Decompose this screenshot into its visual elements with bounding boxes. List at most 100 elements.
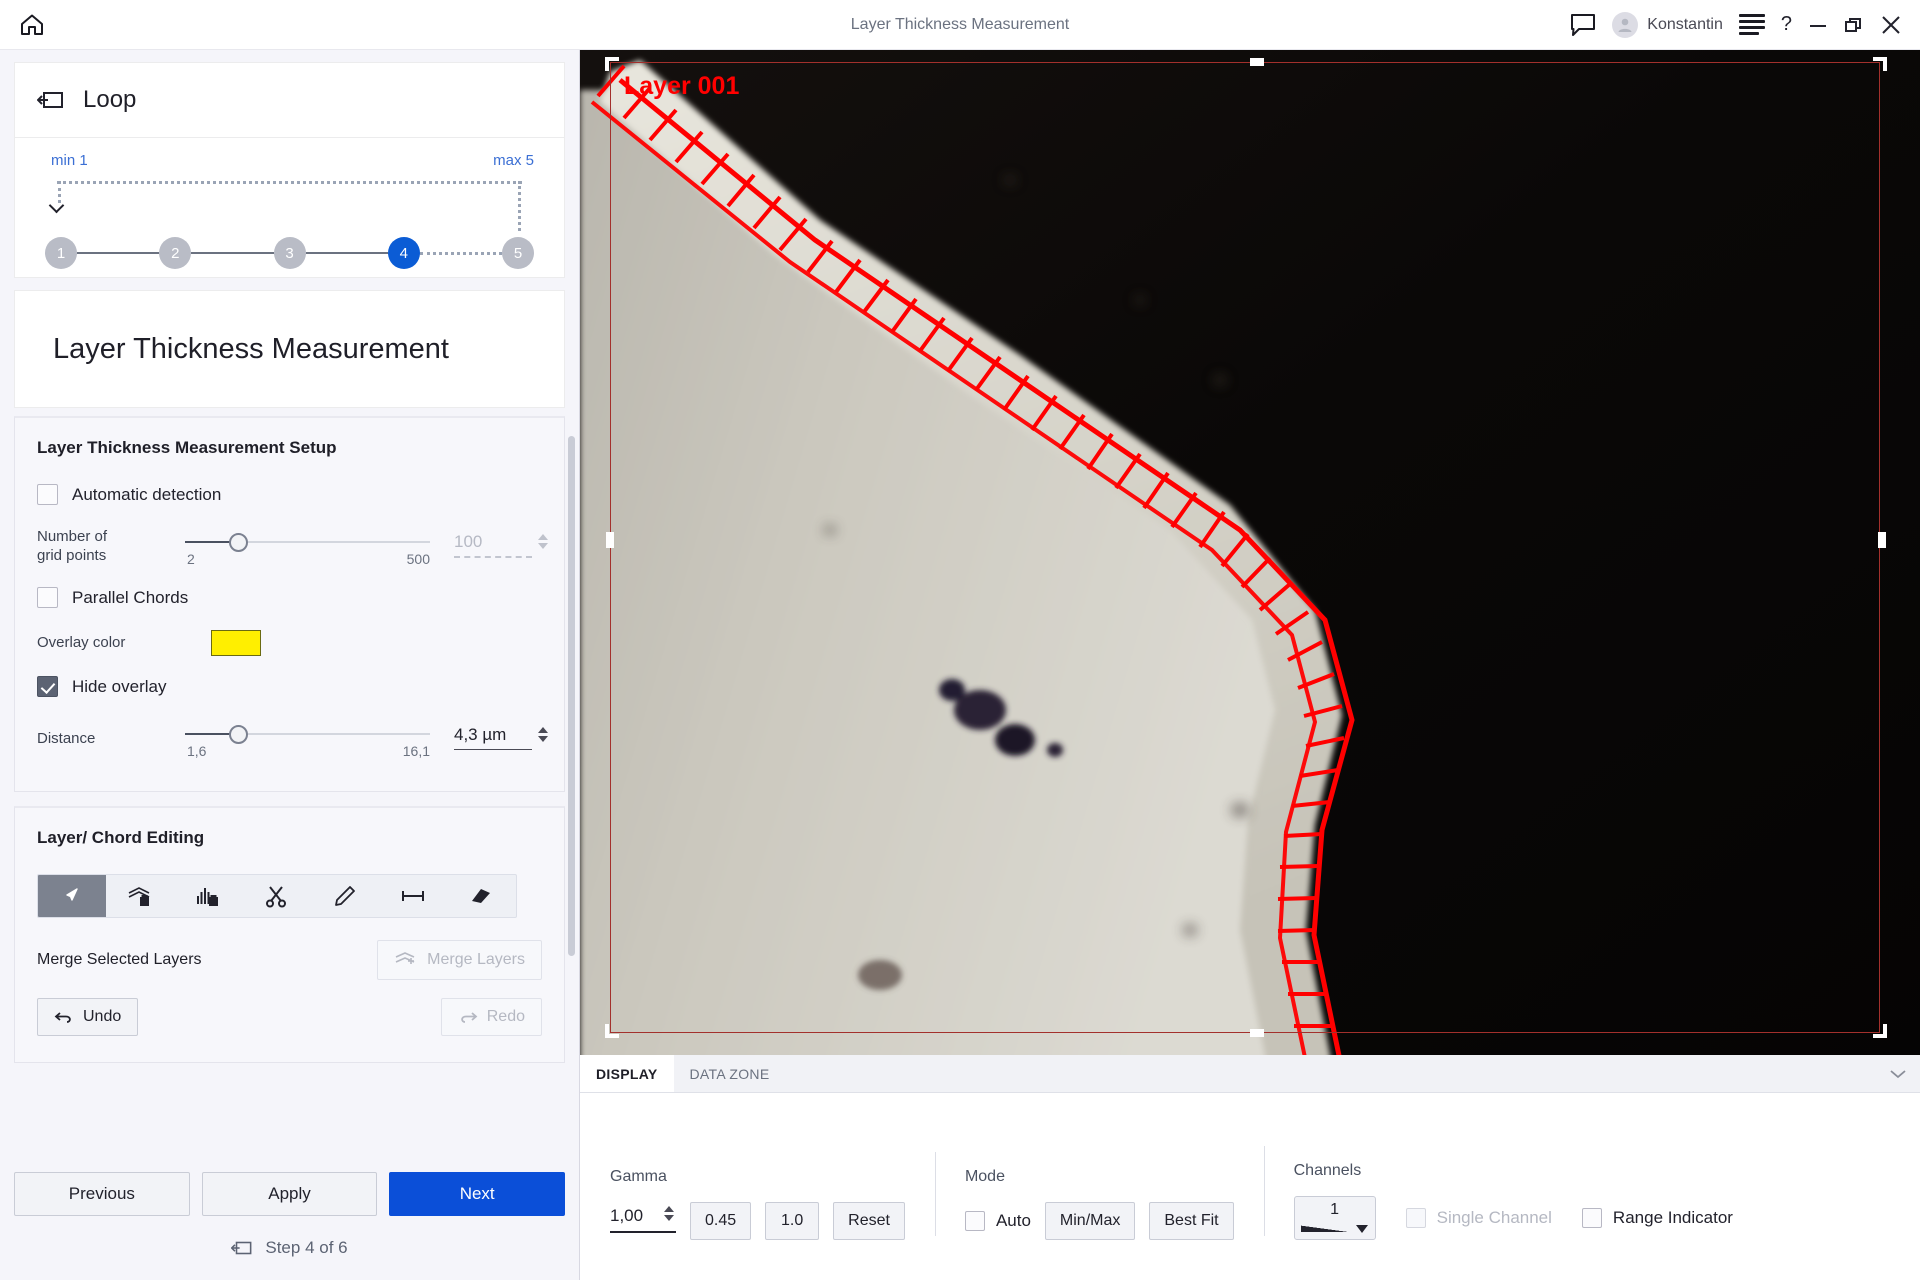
distance-row: Distance 1,6 16,1 4,3 µm [37,719,548,759]
minmax-button[interactable]: Min/Max [1044,1202,1136,1240]
bestfit-button[interactable]: Best Fit [1149,1202,1234,1240]
merge-layers-label: Merge Selected Layers [37,951,202,968]
gamma-preset-10-button[interactable]: 1.0 [765,1202,820,1240]
home-button[interactable] [0,0,64,50]
distance-min: 1,6 [187,743,207,759]
avatar [1612,11,1639,38]
image-viewer[interactable]: Layer 001 [580,50,1920,1055]
undo-button[interactable]: Undo [37,998,139,1036]
restore-button[interactable] [1844,16,1864,34]
cut-scissors-tool[interactable] [243,875,311,917]
tab-data-zone[interactable]: DATA ZONE [674,1055,786,1092]
redo-icon [460,1012,478,1023]
spinner-up-icon[interactable] [664,1205,674,1212]
undo-redo-row: Undo Redo [37,998,542,1036]
chat-bubble-icon [1571,13,1596,36]
grid-points-slider-thumb[interactable] [229,533,248,552]
roi-handle-top-right[interactable] [1873,57,1887,71]
application-window: Layer Thickness Measurement Konstantin ?… [0,0,1920,1280]
roi-handle-middle-right[interactable] [1878,532,1886,549]
next-button[interactable]: Next [389,1172,566,1216]
roi-handle-middle-left[interactable] [606,532,614,549]
roi-handle-bottom-left[interactable] [605,1024,619,1038]
spinner-down-icon[interactable] [664,1214,674,1221]
distance-spinner[interactable] [538,726,548,742]
roi-handle-bottom-center[interactable] [1250,1029,1264,1037]
minimize-icon [1810,24,1826,27]
grid-points-min: 2 [187,551,195,567]
gamma-spinner[interactable] [664,1205,674,1221]
tab-display[interactable]: DISPLAY [580,1055,674,1092]
loop-step-1[interactable]: 1 [45,237,77,269]
gamma-reset-button[interactable]: Reset [833,1202,905,1240]
distance-slider-thumb[interactable] [229,725,248,744]
loop-step-5[interactable]: 5 [502,237,534,269]
draw-pencil-tool[interactable] [311,875,379,917]
distance-slider[interactable]: 1,6 16,1 [185,719,430,759]
close-button[interactable] [1880,15,1902,35]
editing-section-title: Layer/ Chord Editing [37,828,205,847]
auto-mode-row[interactable]: Auto [964,1211,1031,1231]
left-panel: Loop min 1 max 5 1 2 3 4 5 Layer Thickne… [0,50,580,1280]
automatic-detection-row[interactable]: Automatic detection [37,484,542,505]
spinner-down-icon[interactable] [538,543,548,549]
spinner-up-icon[interactable] [538,534,548,540]
loop-seg-1 [77,252,160,254]
gamma-group: Gamma 1,00 0.45 1.0 Reset [580,1168,935,1240]
loop-step-3[interactable]: 3 [273,237,306,269]
hide-overlay-row[interactable]: Hide overlay [37,676,542,697]
loop-min-label: min 1 [51,152,88,169]
apply-button[interactable]: Apply [201,1172,378,1216]
range-indicator-row[interactable]: Range Indicator [1581,1208,1733,1228]
range-indicator-checkbox[interactable] [1581,1208,1602,1228]
loop-step-4[interactable]: 4 [387,237,420,269]
cursor-arrow-icon [65,888,78,901]
spinner-down-icon[interactable] [538,735,548,742]
single-channel-row[interactable]: Single Channel [1405,1208,1552,1228]
hide-overlay-checkbox[interactable] [37,676,58,697]
roi-handle-top-center[interactable] [1250,58,1264,66]
gamma-value-field[interactable]: 1,00 [610,1205,676,1237]
grid-points-row: Number of grid points 2 500 100 [37,527,548,567]
distance-value-field[interactable]: 4,3 µm [454,725,548,754]
grid-points-spinner[interactable] [538,534,548,549]
pencil-icon [334,886,355,906]
delete-chord-icon [197,888,219,906]
settings-scrollbar[interactable] [568,436,575,956]
grid-points-max: 500 [406,551,430,567]
previous-button[interactable]: Previous [14,1172,190,1216]
grid-points-value-field[interactable]: 100 [454,532,548,562]
roi-handle-top-left[interactable] [605,57,619,71]
eraser-tool[interactable] [448,875,516,917]
roi-handle-bottom-right[interactable] [1873,1024,1887,1038]
chat-button[interactable] [1570,13,1596,37]
dock-body: Gamma 1,00 0.45 1.0 Reset Mode Auto Min/… [580,1093,1920,1280]
auto-mode-checkbox[interactable] [964,1211,985,1231]
redo-button[interactable]: Redo [440,998,542,1036]
cursor-select-tool[interactable] [38,875,107,917]
minimize-button[interactable] [1808,18,1828,32]
spinner-up-icon[interactable] [538,726,548,733]
gamma-preset-045-button[interactable]: 0.45 [690,1202,752,1240]
chevron-down-icon[interactable] [1355,1225,1368,1233]
user-account[interactable]: Konstantin [1612,11,1723,38]
main-menu-button[interactable] [1738,14,1765,35]
user-avatar-icon [1618,18,1632,32]
parallel-chords-row[interactable]: Parallel Chords [37,587,542,608]
measure-distance-tool[interactable] [379,875,447,917]
overlay-color-swatch[interactable] [211,630,261,656]
mode-controls: Auto Min/Max Best Fit [964,1202,1234,1240]
single-channel-checkbox[interactable] [1405,1208,1426,1228]
merge-layers-button-label: Merge Layers [427,951,525,968]
delete-chord-tool[interactable] [175,875,243,917]
loop-step-2[interactable]: 2 [159,237,192,269]
auto-mode-label: Auto [995,1211,1031,1230]
channel-select[interactable]: 1 [1293,1196,1376,1240]
parallel-chords-checkbox[interactable] [37,587,58,608]
delete-layer-tool[interactable] [106,875,174,917]
dock-collapse-button[interactable] [1890,1055,1920,1092]
automatic-detection-checkbox[interactable] [37,484,58,505]
help-button[interactable]: ? [1781,13,1792,36]
grid-points-slider[interactable]: 2 500 [185,527,430,567]
merge-layers-button[interactable]: Merge Layers [377,940,542,980]
